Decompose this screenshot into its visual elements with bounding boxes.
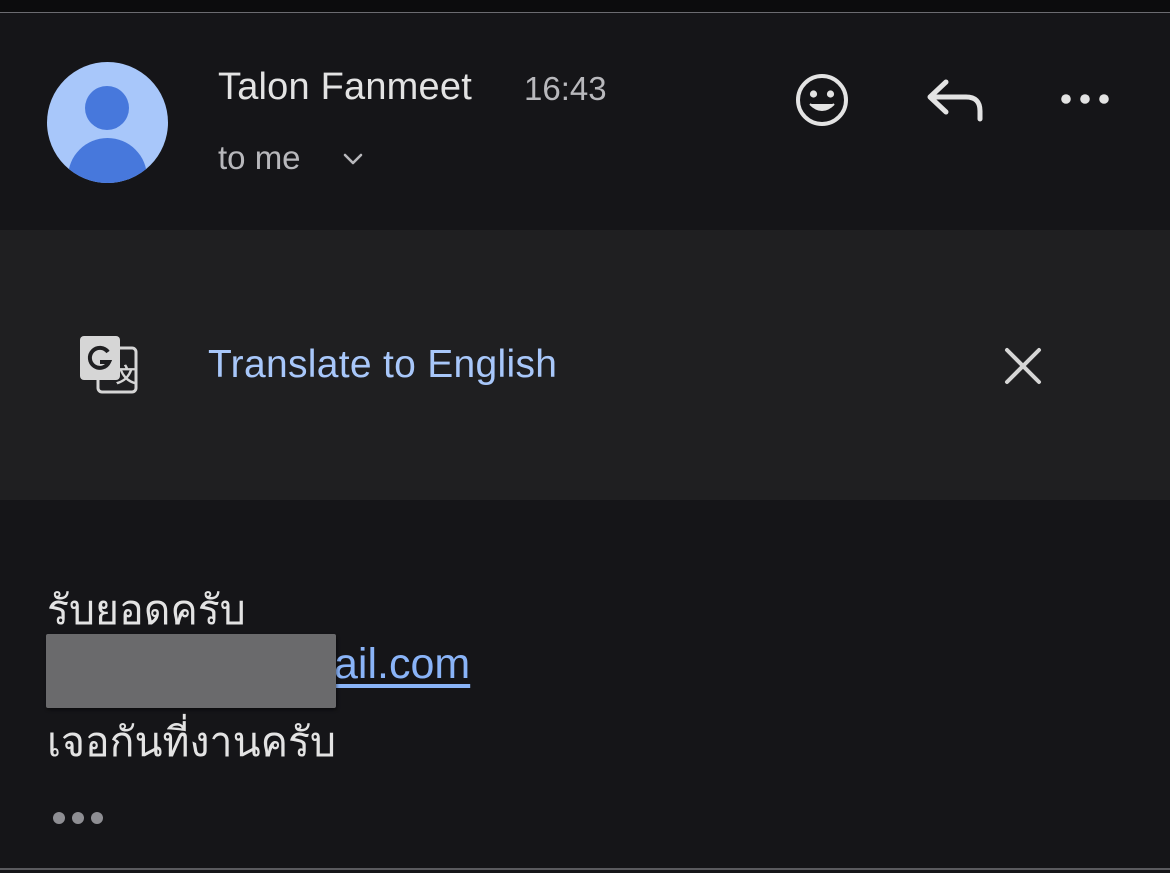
message-time: 16:43	[524, 70, 607, 107]
avatar-body-shape	[68, 138, 147, 183]
top-divider	[0, 12, 1170, 13]
close-icon[interactable]	[1001, 344, 1045, 388]
translate-banner	[0, 230, 1170, 500]
body-line-3: เจอกันที่งานครับ	[47, 718, 337, 766]
recipient-label[interactable]: to me	[218, 139, 301, 177]
avatar[interactable]	[47, 62, 168, 183]
more-horizontal-icon[interactable]	[1056, 82, 1114, 116]
chevron-down-icon[interactable]	[340, 146, 366, 172]
show-trimmed-content-icon[interactable]	[52, 809, 104, 827]
top-edge	[0, 0, 1170, 12]
bottom-divider	[0, 868, 1170, 870]
email-link[interactable]: ail.com	[334, 640, 470, 688]
avatar-head-shape	[85, 86, 129, 130]
email-view: Talon Fanmeet 16:43 to me 文 Translate to…	[0, 0, 1170, 873]
smiley-icon[interactable]	[793, 71, 851, 129]
google-translate-icon: 文	[80, 336, 138, 394]
sender-name[interactable]: Talon Fanmeet	[218, 66, 472, 109]
svg-text:文: 文	[116, 363, 137, 387]
translate-to-english-link[interactable]: Translate to English	[208, 343, 557, 387]
redaction-box	[46, 634, 336, 708]
reply-icon[interactable]	[924, 74, 986, 124]
